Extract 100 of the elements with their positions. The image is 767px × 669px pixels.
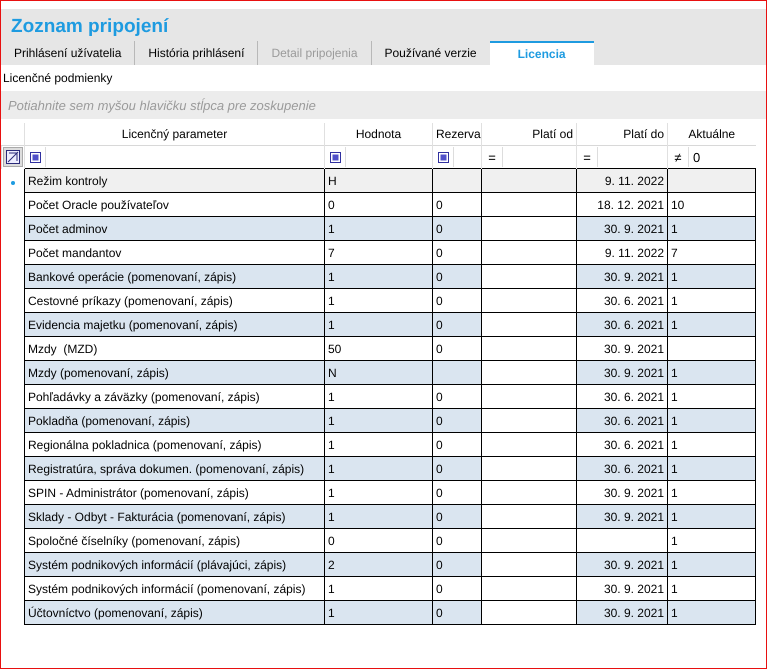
table-cell: 1 bbox=[328, 270, 335, 284]
table-cell: 1 bbox=[671, 558, 678, 572]
table-cell: 1 bbox=[671, 582, 678, 596]
table-cell: 1 bbox=[671, 462, 678, 476]
table-cell: 0 bbox=[436, 246, 443, 260]
table-cell: Režim kontroly bbox=[28, 174, 108, 188]
filter-operator[interactable]: = bbox=[482, 147, 503, 167]
table-cell: Počet mandantov bbox=[28, 246, 122, 260]
table-cell: 30. 6. 2021 bbox=[604, 438, 664, 452]
table-cell: 30. 9. 2021 bbox=[604, 510, 664, 524]
table-cell: Mzdy (pomenovaní, zápis) bbox=[28, 366, 169, 380]
table-cell: 1 bbox=[671, 270, 678, 284]
table-cell: 0 bbox=[436, 222, 443, 236]
column-header[interactable]: Hodnota bbox=[324, 123, 432, 146]
table-cell: Účtovníctvo (pomenovaní, zápis) bbox=[28, 606, 203, 620]
tab[interactable]: Používané verzie bbox=[372, 41, 490, 65]
table-cell: 30. 6. 2021 bbox=[604, 390, 664, 404]
table-cell: Sklady - Odbyt - Fakturácia (pomenovaní, zápis) bbox=[28, 510, 286, 524]
table-cell: 2 bbox=[328, 558, 335, 572]
column-header[interactable]: Rezerva bbox=[432, 123, 482, 146]
table-cell: 0 bbox=[436, 390, 443, 404]
table-cell: Pohľadávky a záväzky (pomenovaní, zápis) bbox=[28, 390, 260, 404]
table-cell: N bbox=[328, 366, 337, 380]
table-cell: Cestovné príkazy (pomenovaní, zápis) bbox=[28, 294, 233, 308]
table-cell: Bankové operácie (pomenovaní, zápis) bbox=[28, 270, 236, 284]
table-cell: 0 bbox=[436, 414, 443, 428]
table-cell: Počet Oracle používateľov bbox=[28, 198, 169, 212]
table-cell: Pokladňa (pomenovaní, zápis) bbox=[28, 414, 190, 428]
table-cell: 1 bbox=[328, 318, 335, 332]
table-cell: 0 bbox=[436, 534, 443, 548]
table-cell: 1 bbox=[671, 534, 678, 548]
tab[interactable]: Prihlásení užívatelia bbox=[1, 41, 136, 65]
table-cell: 0 bbox=[436, 606, 443, 620]
table-cell: 7 bbox=[328, 246, 335, 260]
table-cell: 1 bbox=[671, 510, 678, 524]
table-cell: 1 bbox=[328, 414, 335, 428]
window-title: Zoznam pripojení bbox=[10, 16, 170, 38]
table-cell: 9. 11. 2022 bbox=[604, 246, 664, 260]
table-cell: 1 bbox=[671, 486, 678, 500]
table-cell: Registratúra, správa dokumen. (pomenovaní, zápis) bbox=[28, 462, 304, 476]
table-cell: 7 bbox=[671, 246, 678, 260]
table-cell: 1 bbox=[328, 486, 335, 500]
section-title: Licenčné podmienky bbox=[2, 70, 114, 87]
clear-filter-icon[interactable] bbox=[3, 147, 23, 168]
table-cell: 0 bbox=[436, 198, 443, 212]
table-cell: 1 bbox=[671, 438, 678, 452]
table-cell: 0 bbox=[328, 534, 335, 548]
table-cell: 18. 12. 2021 bbox=[597, 198, 664, 212]
filter-field[interactable]: 0 bbox=[689, 150, 756, 164]
table-cell: 30. 6. 2021 bbox=[604, 414, 664, 428]
table-cell: 1 bbox=[671, 606, 678, 620]
table-cell: 1 bbox=[328, 222, 335, 236]
table-cell: 0 bbox=[436, 462, 443, 476]
table-cell: Mzdy (MZD) bbox=[28, 342, 98, 356]
table-cell: 30. 6. 2021 bbox=[604, 462, 664, 476]
column-header[interactable]: Aktuálne bbox=[668, 123, 756, 146]
table-cell: 30. 9. 2021 bbox=[604, 222, 664, 236]
table-cell: 1 bbox=[671, 390, 678, 404]
column-header[interactable]: Platí do bbox=[576, 123, 668, 146]
table-cell: 9. 11. 2022 bbox=[604, 174, 664, 188]
table-cell: H bbox=[328, 174, 337, 188]
table-cell: 50 bbox=[328, 342, 342, 356]
table-cell: Systém podnikových informácií (plávajúci, zápis) bbox=[28, 558, 286, 572]
table-cell: 0 bbox=[436, 558, 443, 572]
table-cell: 0 bbox=[436, 486, 443, 500]
table-cell: 30. 9. 2021 bbox=[604, 366, 664, 380]
column-header[interactable]: Licenčný parameter bbox=[24, 123, 324, 146]
table-cell: 1 bbox=[328, 582, 335, 596]
table-cell: 30. 9. 2021 bbox=[604, 606, 664, 620]
table-cell: SPIN - Administrátor (pomenovaní, zápis) bbox=[28, 486, 249, 500]
table-cell: 1 bbox=[328, 510, 335, 524]
table-cell: 0 bbox=[436, 582, 443, 596]
table-cell: Počet adminov bbox=[28, 222, 108, 236]
table-cell: Systém podnikových informácií (pomenovaní, zápis) bbox=[28, 582, 306, 596]
table-cell: 30. 9. 2021 bbox=[604, 582, 664, 596]
table-cell: 1 bbox=[328, 390, 335, 404]
filter-operator[interactable]: ≠ bbox=[668, 147, 689, 167]
group-panel-placeholder: Potiahnite sem myšou hlavičku stĺpca pre zoskupenie bbox=[8, 98, 316, 112]
table-cell: Regionálna pokladnica (pomenovaní, zápis) bbox=[28, 438, 262, 452]
filter-operator[interactable]: = bbox=[577, 147, 598, 167]
table-cell: 1 bbox=[328, 462, 335, 476]
table-cell: 1 bbox=[671, 318, 678, 332]
table-cell: 0 bbox=[436, 318, 443, 332]
tab[interactable]: História prihlásení bbox=[135, 41, 258, 65]
table-cell: 0 bbox=[436, 438, 443, 452]
table-cell: 30. 6. 2021 bbox=[604, 318, 664, 332]
table-cell: 1 bbox=[328, 294, 335, 308]
table-cell: 0 bbox=[436, 342, 443, 356]
table-cell: 30. 9. 2021 bbox=[604, 270, 664, 284]
table-cell: Spoločné číselníky (pomenovaní, zápis) bbox=[28, 534, 240, 548]
table-cell: 1 bbox=[328, 438, 335, 452]
table-cell: 0 bbox=[328, 198, 335, 212]
table-cell: 30. 6. 2021 bbox=[604, 294, 664, 308]
table-cell: 1 bbox=[671, 294, 678, 308]
table-cell: 0 bbox=[436, 510, 443, 524]
table-cell: 1 bbox=[328, 606, 335, 620]
table-cell: 30. 9. 2021 bbox=[604, 486, 664, 500]
current-row-indicator-icon bbox=[10, 180, 15, 184]
column-header[interactable]: Platí od bbox=[482, 123, 576, 146]
table-cell: 1 bbox=[671, 222, 678, 236]
